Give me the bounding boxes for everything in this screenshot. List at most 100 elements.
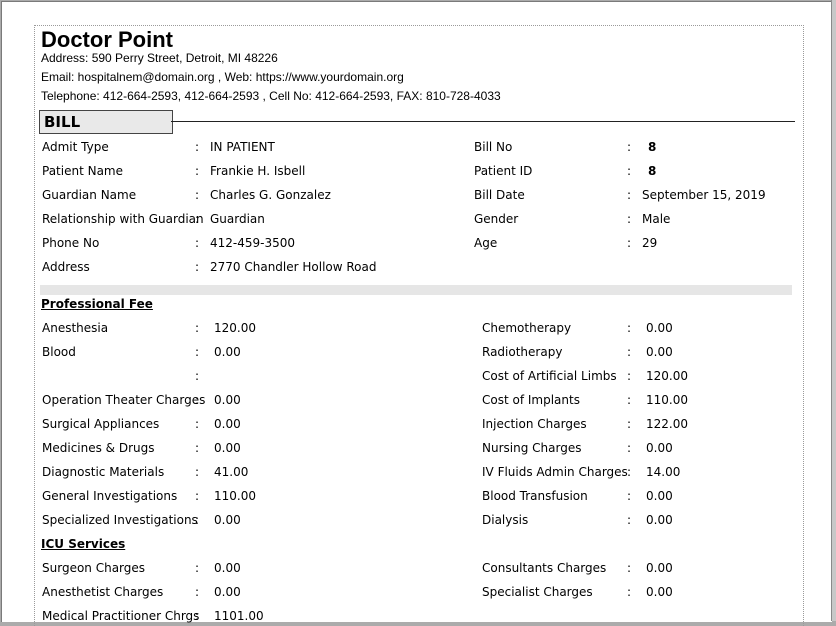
dialysis-label: Dialysis bbox=[482, 513, 529, 527]
vertical-scrollbar[interactable] bbox=[831, 0, 836, 621]
separator: : bbox=[627, 585, 632, 599]
general-investigations-value: 110.00 bbox=[214, 489, 256, 503]
admit-type-label: Admit Type bbox=[42, 140, 109, 154]
separator: : bbox=[627, 345, 632, 359]
separator: : bbox=[195, 561, 200, 575]
chemotherapy-label: Chemotherapy bbox=[482, 321, 572, 335]
address-value: 2770 Chandler Hollow Road bbox=[210, 260, 377, 274]
injection-charges-value: 122.00 bbox=[646, 417, 688, 431]
surgical-appliances-value: 0.00 bbox=[214, 417, 241, 431]
separator: : bbox=[627, 561, 632, 575]
iv-fluids-value: 14.00 bbox=[646, 465, 681, 479]
chemotherapy-value: 0.00 bbox=[646, 321, 673, 335]
general-investigations-label: General Investigations bbox=[42, 489, 178, 503]
separator: : bbox=[195, 321, 200, 335]
blood-transfusion-label: Blood Transfusion bbox=[482, 489, 588, 503]
specialized-investigations-value: 0.00 bbox=[214, 513, 241, 527]
separator: : bbox=[195, 212, 200, 226]
relationship-value: Guardian bbox=[210, 212, 265, 226]
bill-no-value: 8 bbox=[648, 140, 657, 154]
separator: : bbox=[195, 513, 200, 527]
separator: : bbox=[195, 188, 200, 202]
radiotherapy-label: Radiotherapy bbox=[482, 345, 563, 359]
specialized-investigations-label: Specialized Investigations bbox=[42, 513, 198, 527]
professional-fee-heading: Professional Fee bbox=[41, 297, 153, 311]
dialysis-value: 0.00 bbox=[646, 513, 673, 527]
nursing-charges-label: Nursing Charges bbox=[482, 441, 582, 455]
relationship-label: Relationship with Guardian bbox=[42, 212, 204, 226]
specialist-charges-value: 0.00 bbox=[646, 585, 673, 599]
age-value: 29 bbox=[642, 236, 658, 250]
bill-title: BILL bbox=[44, 113, 81, 131]
consultants-charges-value: 0.00 bbox=[646, 561, 673, 575]
separator: : bbox=[195, 369, 200, 383]
surgical-appliances-label: Surgical Appliances bbox=[42, 417, 160, 431]
separator: : bbox=[627, 393, 632, 407]
bill-date-value: September 15, 2019 bbox=[642, 188, 766, 202]
medicines-label: Medicines & Drugs bbox=[42, 441, 155, 455]
specialist-charges-label: Specialist Charges bbox=[482, 585, 593, 599]
bill-date-label: Bill Date bbox=[474, 188, 525, 202]
anesthesia-label: Anesthesia bbox=[42, 321, 109, 335]
hospital-phones: Telephone: 412-664-2593, 412-664-2593 , … bbox=[41, 89, 501, 103]
section-divider-band bbox=[40, 285, 792, 295]
diagnostic-materials-value: 41.00 bbox=[214, 465, 249, 479]
separator: : bbox=[195, 417, 200, 431]
anesthetist-charges-value: 0.00 bbox=[214, 585, 241, 599]
separator: : bbox=[627, 212, 632, 226]
hospital-email-web: Email: hospitalnem@domain.org , Web: htt… bbox=[41, 70, 404, 84]
iv-fluids-label: IV Fluids Admin Charges bbox=[482, 465, 628, 479]
implants-label: Cost of Implants bbox=[482, 393, 580, 407]
anesthesia-value: 120.00 bbox=[214, 321, 256, 335]
hospital-name: Doctor Point bbox=[41, 27, 173, 52]
radiotherapy-value: 0.00 bbox=[646, 345, 673, 359]
separator: : bbox=[195, 164, 200, 178]
bill-no-label: Bill No bbox=[474, 140, 513, 154]
bill-title-rule bbox=[171, 121, 795, 122]
consultants-charges-label: Consultants Charges bbox=[482, 561, 607, 575]
ot-charges-value: 0.00 bbox=[214, 393, 241, 407]
separator: : bbox=[627, 164, 632, 178]
anesthetist-charges-label: Anesthetist Charges bbox=[42, 585, 164, 599]
diagnostic-materials-label: Diagnostic Materials bbox=[42, 465, 165, 479]
separator: : bbox=[627, 489, 632, 503]
guardian-name-value: Charles G. Gonzalez bbox=[210, 188, 331, 202]
separator: : bbox=[195, 489, 200, 503]
bill-title-box: BILL bbox=[39, 110, 173, 134]
hospital-address: Address: 590 Perry Street, Detroit, MI 4… bbox=[41, 51, 278, 65]
surgeon-charges-value: 0.00 bbox=[214, 561, 241, 575]
separator: : bbox=[627, 513, 632, 527]
phone-label: Phone No bbox=[42, 236, 100, 250]
gender-label: Gender bbox=[474, 212, 519, 226]
surgeon-charges-label: Surgeon Charges bbox=[42, 561, 146, 575]
separator: : bbox=[627, 369, 632, 383]
separator: : bbox=[627, 321, 632, 335]
patient-name-value: Frankie H. Isbell bbox=[210, 164, 306, 178]
guardian-name-label: Guardian Name bbox=[42, 188, 137, 202]
phone-value: 412-459-3500 bbox=[210, 236, 296, 250]
patient-name-label: Patient Name bbox=[42, 164, 123, 178]
separator: : bbox=[195, 260, 200, 274]
separator: : bbox=[195, 140, 200, 154]
separator: : bbox=[627, 188, 632, 202]
admit-type-value: IN PATIENT bbox=[210, 140, 275, 154]
separator: : bbox=[627, 236, 632, 250]
separator: : bbox=[627, 417, 632, 431]
implants-value: 110.00 bbox=[646, 393, 688, 407]
gender-value: Male bbox=[642, 212, 671, 226]
separator: : bbox=[195, 345, 200, 359]
blood-label: Blood bbox=[42, 345, 76, 359]
nursing-charges-value: 0.00 bbox=[646, 441, 673, 455]
address-label: Address bbox=[42, 260, 90, 274]
blood-transfusion-value: 0.00 bbox=[646, 489, 673, 503]
separator: : bbox=[195, 465, 200, 479]
separator: : bbox=[195, 441, 200, 455]
separator: : bbox=[627, 441, 632, 455]
patient-id-label: Patient ID bbox=[474, 164, 533, 178]
separator: : bbox=[195, 585, 200, 599]
artificial-limbs-value: 120.00 bbox=[646, 369, 688, 383]
ot-charges-label: Operation Theater Charges bbox=[42, 393, 206, 407]
blood-value: 0.00 bbox=[214, 345, 241, 359]
separator: : bbox=[195, 393, 200, 407]
icu-services-heading: ICU Services bbox=[41, 537, 126, 551]
